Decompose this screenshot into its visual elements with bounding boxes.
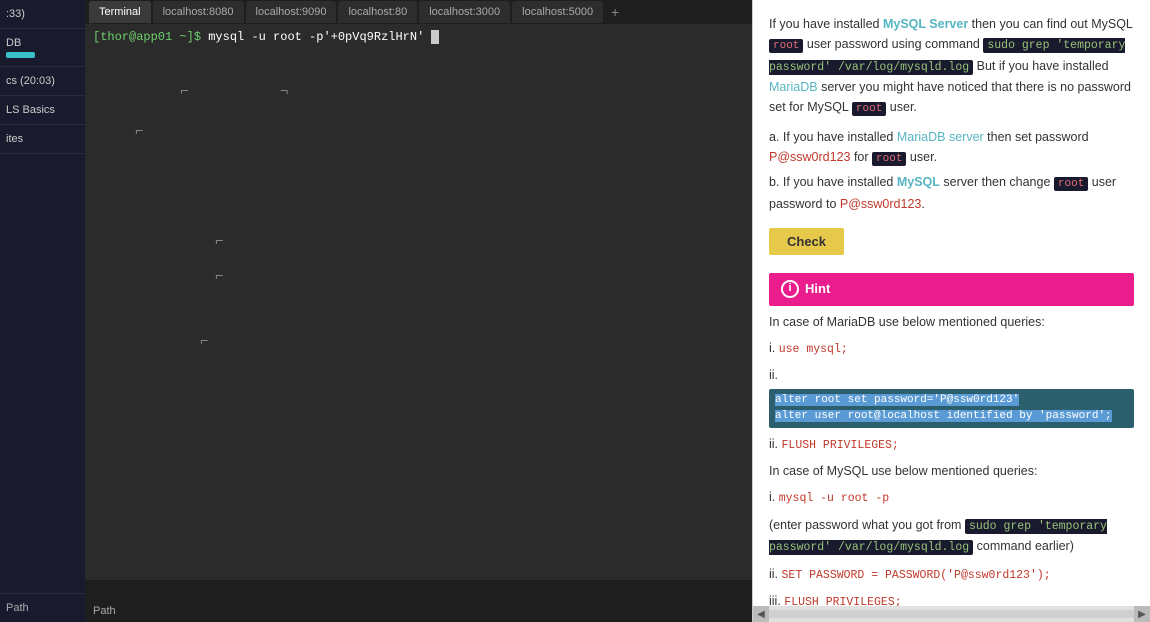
- tab-localhost-5000[interactable]: localhost:5000: [512, 1, 603, 23]
- scrollbar-track: [769, 610, 1134, 618]
- bracket-char-7: ⌐: [180, 579, 188, 580]
- hint-enter-password: (enter password what you got from sudo g…: [769, 515, 1134, 558]
- bracket-char-6: ⌐: [200, 334, 208, 350]
- sidebar-item-33[interactable]: :33): [0, 0, 85, 29]
- terminal-command: mysql -u root -p'+0pVq9RzlHrN': [208, 30, 424, 44]
- mariadb-server-label: MariaDB server: [897, 130, 984, 144]
- bracket-char-8: ¬: [285, 579, 293, 580]
- terminal-content[interactable]: [thor@app01 ~]$ mysql -u root -p'+0pVq9R…: [85, 24, 752, 580]
- hint-mariadb-ii: ii. alter root set password='P@ssw0rd123…: [769, 365, 1134, 428]
- hint-mariadb-iii: ii. FLUSH PRIVILEGES;: [769, 434, 1134, 455]
- password-label-1: P@ssw0rd123: [769, 150, 850, 164]
- hint-mysql-cmd: mysql -u root -p: [779, 492, 889, 505]
- sidebar: :33) DB cs (20:03) LS Basics ites Path: [0, 0, 85, 622]
- sidebar-item-db[interactable]: DB: [0, 29, 85, 67]
- tab-localhost-80[interactable]: localhost:80: [338, 1, 417, 23]
- hint-cmd-ii: alter root set password='P@ssw0rd123'alt…: [769, 389, 1134, 428]
- hint-content: In case of MariaDB use below mentioned q…: [769, 312, 1134, 606]
- terminal-command-line: [thor@app01 ~]$ mysql -u root -p'+0pVq9R…: [93, 28, 744, 46]
- hint-set-pw: SET PASSWORD = PASSWORD('P@ssw0rd123');: [782, 569, 1051, 582]
- mariadb-label-1: MariaDB: [769, 80, 818, 94]
- hint-bar: i Hint: [769, 273, 1134, 306]
- password-label-2: P@ssw0rd123: [840, 197, 921, 211]
- hint-mariadb-intro: In case of MariaDB use below mentioned q…: [769, 312, 1134, 332]
- scroll-right-button[interactable]: ▶: [1134, 606, 1150, 622]
- sidebar-item-ites[interactable]: ites: [0, 125, 85, 154]
- root-label-2: root: [852, 102, 886, 116]
- root-label-4: root: [1054, 177, 1088, 191]
- tab-bar: Terminal localhost:8080 localhost:9090 l…: [85, 0, 752, 24]
- hint-icon: i: [781, 280, 799, 298]
- right-panel: If you have installed MySQL Server then …: [752, 0, 1150, 622]
- mysql-label-2: MySQL: [897, 175, 940, 189]
- bracket-char-2: ¬: [280, 84, 288, 100]
- check-button[interactable]: Check: [769, 228, 844, 255]
- bracket-char-5: ⌐: [215, 269, 223, 285]
- sidebar-item-ls-basics[interactable]: LS Basics: [0, 96, 85, 125]
- tab-terminal[interactable]: Terminal: [89, 1, 151, 23]
- terminal-prompt: [thor@app01 ~]$: [93, 30, 201, 44]
- bracket-char-4: ⌐: [215, 234, 223, 250]
- terminal-cursor: [431, 30, 439, 44]
- part-a-label: a. If you have installed MariaDB server …: [769, 127, 1134, 169]
- hint-mysql-intro: In case of MySQL use below mentioned que…: [769, 461, 1134, 481]
- tab-localhost-9090[interactable]: localhost:9090: [246, 1, 337, 23]
- terminal-area: Terminal localhost:8080 localhost:9090 l…: [85, 0, 752, 622]
- tab-add-button[interactable]: +: [605, 2, 625, 22]
- hint-mysql-iii: iii. FLUSH PRIVILEGES;: [769, 591, 1134, 606]
- terminal-bottom-bar: [85, 580, 752, 600]
- sidebar-item-cs[interactable]: cs (20:03): [0, 67, 85, 96]
- hint-flush-2: FLUSH PRIVILEGES;: [784, 596, 901, 606]
- bracket-char-1: ⌐: [180, 84, 188, 100]
- sidebar-footer: Path: [0, 593, 85, 622]
- hint-mariadb-i: i. use mysql;: [769, 338, 1134, 359]
- bottom-bar: Path: [85, 600, 752, 622]
- mysql-server-label: MySQL Server: [883, 17, 968, 31]
- path-label: Path: [93, 605, 116, 617]
- tab-localhost-3000[interactable]: localhost:3000: [419, 1, 510, 23]
- root-label-3: root: [872, 152, 906, 166]
- scroll-left-button[interactable]: ◀: [753, 606, 769, 622]
- right-panel-content[interactable]: If you have installed MySQL Server then …: [753, 0, 1150, 606]
- intro-paragraph: If you have installed MySQL Server then …: [769, 14, 1134, 119]
- hint-mysql-ii: ii. SET PASSWORD = PASSWORD('P@ssw0rd123…: [769, 564, 1134, 585]
- bracket-char-3: ⌐: [135, 124, 143, 140]
- horizontal-scrollbar[interactable]: ◀ ▶: [753, 606, 1150, 622]
- hint-mysql-i: i. mysql -u root -p: [769, 487, 1134, 508]
- hint-use-mysql: use mysql;: [779, 343, 848, 356]
- part-b-label: b. If you have installed MySQL server th…: [769, 172, 1134, 214]
- root-label-1: root: [769, 39, 803, 53]
- sidebar-progress-db: [6, 52, 35, 58]
- hint-label: Hint: [805, 279, 830, 300]
- tab-localhost-8080[interactable]: localhost:8080: [153, 1, 244, 23]
- hint-flush-1: FLUSH PRIVILEGES;: [782, 439, 899, 452]
